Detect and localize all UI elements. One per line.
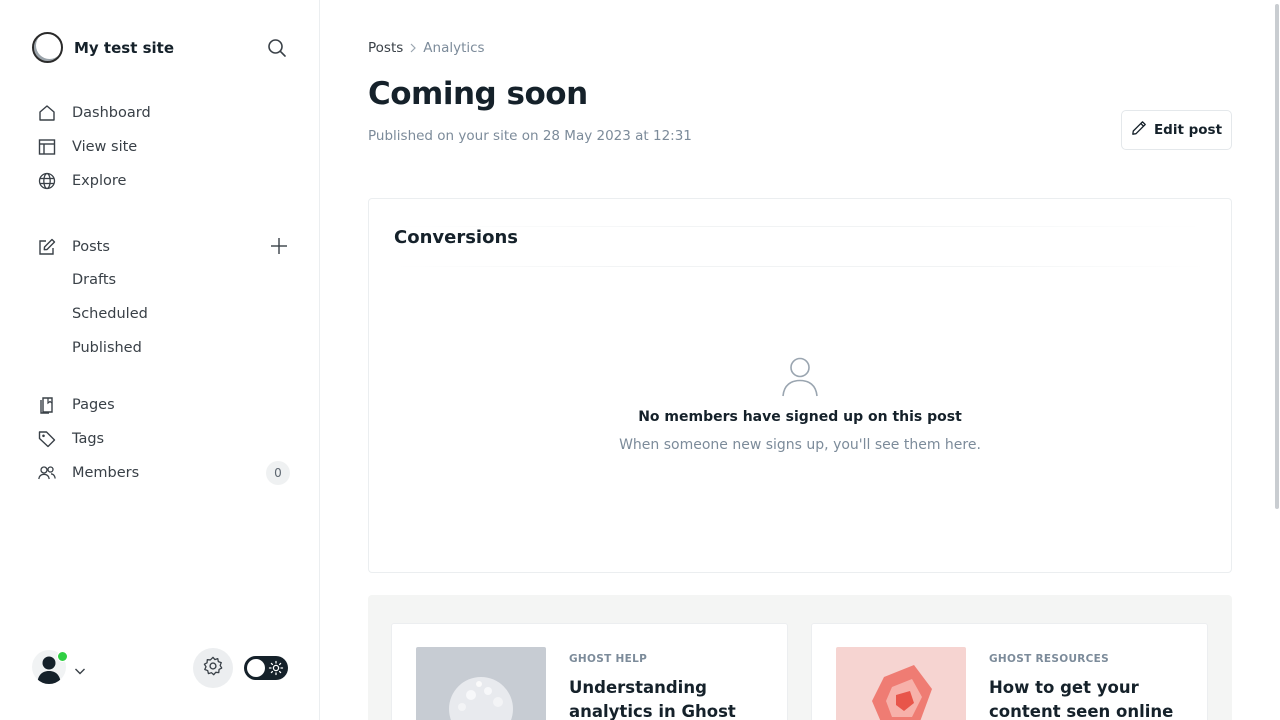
sidebar: My test site Dashboard View site Explore…: [0, 0, 320, 720]
resource-category: GHOST RESOURCES: [989, 653, 1110, 665]
chevron-right-icon: [409, 43, 417, 53]
breadcrumb-current: Analytics: [423, 40, 485, 56]
divider: [394, 266, 1206, 267]
sidebar-item-posts[interactable]: Posts: [36, 235, 110, 259]
layout-icon: [36, 136, 58, 158]
edit-post-button[interactable]: Edit post: [1121, 110, 1232, 150]
toggle-knob: [247, 659, 265, 677]
resource-card[interactable]: GHOST HELP Understanding analytics in Gh…: [391, 623, 788, 720]
home-icon: [36, 102, 58, 124]
resource-thumbnail: [836, 647, 966, 720]
edit-icon: [36, 236, 58, 258]
user-icon: [781, 356, 819, 402]
sidebar-item-explore[interactable]: Explore: [36, 169, 126, 193]
globe-icon: [36, 170, 58, 192]
empty-state-description: When someone new signs up, you'll see th…: [619, 437, 981, 453]
pencil-icon: [1131, 120, 1147, 140]
settings-button[interactable]: [193, 648, 233, 688]
sidebar-item-label: Pages: [72, 397, 115, 413]
sidebar-item-label: Members: [72, 465, 140, 481]
online-status-dot: [57, 651, 68, 662]
resource-thumbnail: [416, 647, 546, 720]
site-name: My test site: [74, 38, 175, 57]
user-menu[interactable]: [32, 650, 92, 686]
publish-meta: Published on your site on 28 May 2023 at…: [368, 128, 692, 144]
sidebar-item-scheduled[interactable]: Scheduled: [72, 306, 148, 322]
sidebar-item-members[interactable]: Members: [36, 461, 139, 485]
resource-title: How to get your content seen online: [989, 678, 1174, 720]
users-icon: [36, 462, 58, 484]
search-icon[interactable]: [266, 37, 288, 59]
tag-icon: [36, 428, 58, 450]
sidebar-item-drafts[interactable]: Drafts: [72, 272, 116, 288]
chevron-down-icon: [74, 662, 86, 681]
conversions-card: Conversions No members have signed up on…: [368, 198, 1232, 573]
resource-title: Understanding analytics in Ghost: [569, 678, 736, 720]
theme-toggle[interactable]: [244, 656, 288, 680]
site-logo: [32, 32, 63, 63]
add-post-button[interactable]: [268, 235, 290, 257]
sidebar-item-view-site[interactable]: View site: [36, 135, 137, 159]
gear-icon: [202, 655, 224, 681]
site-brand[interactable]: My test site: [32, 32, 174, 63]
sidebar-item-dashboard[interactable]: Dashboard: [36, 101, 151, 125]
empty-state-title: No members have signed up on this post: [638, 409, 962, 425]
sun-icon: [268, 660, 284, 680]
sidebar-item-tags[interactable]: Tags: [36, 427, 104, 451]
page-title: Coming soon: [368, 76, 588, 112]
sidebar-item-published[interactable]: Published: [72, 340, 142, 356]
sidebar-item-pages[interactable]: Pages: [36, 393, 115, 417]
sidebar-item-label: View site: [72, 139, 138, 155]
resource-card[interactable]: GHOST RESOURCES How to get your content …: [811, 623, 1208, 720]
resources-section: GHOST HELP Understanding analytics in Gh…: [368, 595, 1232, 720]
sidebar-item-label: Tags: [72, 431, 105, 447]
breadcrumb-posts-link[interactable]: Posts: [368, 40, 403, 56]
edit-post-label: Edit post: [1153, 122, 1223, 138]
pages-icon: [36, 394, 58, 416]
members-count-badge: 0: [266, 461, 290, 485]
sidebar-item-label: Posts: [72, 239, 110, 255]
resource-category: GHOST HELP: [569, 653, 648, 665]
breadcrumb: Posts Analytics: [368, 40, 485, 56]
scrollbar-thumb[interactable]: [1275, 4, 1279, 509]
conversions-title: Conversions: [394, 227, 518, 248]
sidebar-item-label: Dashboard: [72, 105, 151, 121]
sidebar-item-label: Explore: [72, 173, 127, 189]
